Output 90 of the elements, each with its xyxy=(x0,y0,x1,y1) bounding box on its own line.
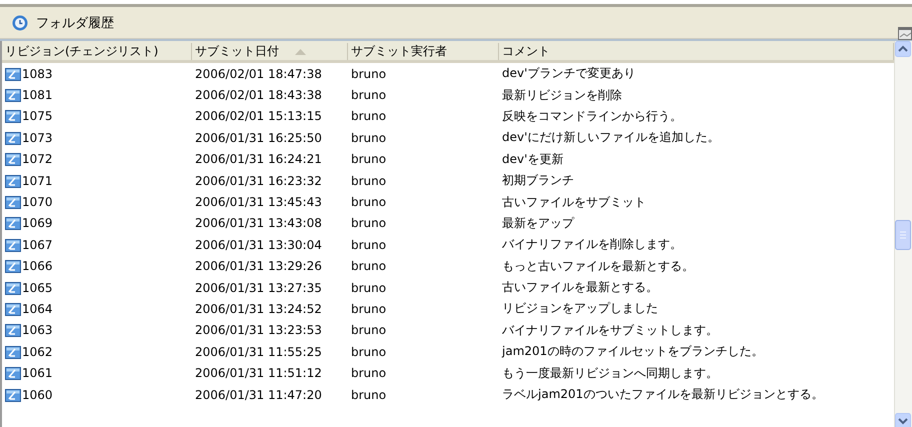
submitter: bruno xyxy=(351,195,386,210)
comment: 最新をアップ xyxy=(502,216,574,230)
revision-number: 1060 xyxy=(22,388,53,402)
changelist-icon xyxy=(5,238,21,252)
changelist-icon xyxy=(5,388,21,402)
revision-number: 1062 xyxy=(22,344,53,359)
changelist-icon xyxy=(5,152,21,166)
changelist-icon xyxy=(5,302,21,316)
comment: 古いファイルをサブミット xyxy=(502,194,646,209)
submit-date: 2006/01/31 13:27:35 xyxy=(195,280,322,295)
comment: もっと古いファイルを最新とする。 xyxy=(502,258,694,273)
submitter: bruno xyxy=(351,323,386,338)
submitter: bruno xyxy=(351,238,386,252)
submit-date: 2006/02/01 15:13:15 xyxy=(195,109,322,124)
window-icon[interactable] xyxy=(898,27,912,40)
submit-date: 2006/01/31 16:23:32 xyxy=(195,174,322,188)
submitter: bruno xyxy=(351,152,386,166)
changelist-icon xyxy=(5,66,21,81)
revision-number: 1067 xyxy=(22,238,53,252)
comment: リビジョンをアップしました xyxy=(502,301,658,316)
submit-date: 2006/02/01 18:47:38 xyxy=(195,66,322,81)
revision-number: 1069 xyxy=(22,216,53,230)
revision-number: 1072 xyxy=(22,152,53,166)
revision-number: 1066 xyxy=(22,259,53,274)
column-header[interactable]: リビジョン(チェンジリスト) xyxy=(2,43,192,60)
column-header[interactable]: サブミット実行者 xyxy=(348,43,499,60)
revision-number: 1083 xyxy=(22,66,53,81)
submit-date: 2006/01/31 13:43:08 xyxy=(195,216,322,230)
revision-number: 1070 xyxy=(22,195,53,210)
submitter: bruno xyxy=(351,366,386,380)
submitter: bruno xyxy=(351,280,386,295)
changelist-icon xyxy=(5,88,21,102)
panel-title: フォルダ履歴 xyxy=(36,14,114,32)
submit-date: 2006/01/31 13:30:04 xyxy=(195,238,322,252)
changelist-icon xyxy=(5,216,21,230)
submit-date: 2006/01/31 13:24:52 xyxy=(195,302,322,316)
scrollbar[interactable] xyxy=(894,41,912,427)
changelist-icon xyxy=(5,280,21,295)
submit-date: 2006/01/31 11:47:20 xyxy=(195,388,322,402)
submit-date: 2006/01/31 16:25:50 xyxy=(195,130,322,145)
changelist-icon xyxy=(5,195,21,210)
changelist-icon xyxy=(5,130,21,145)
comment: 古いファイルを最新とする。 xyxy=(502,280,658,294)
comment: dev'にだけ新しいファイルを追加した。 xyxy=(502,130,720,144)
changelist-icon xyxy=(5,259,21,274)
comment: バイナリファイルを削除します。 xyxy=(502,237,682,252)
submitter: bruno xyxy=(351,388,386,402)
submit-date: 2006/02/01 18:43:38 xyxy=(195,88,322,102)
submit-date: 2006/01/31 11:51:12 xyxy=(195,366,322,380)
changelist-icon xyxy=(5,366,21,380)
revision-number: 1065 xyxy=(22,280,53,295)
submit-date: 2006/01/31 16:24:21 xyxy=(195,152,322,166)
scroll-down-button[interactable] xyxy=(895,413,911,427)
clock-icon xyxy=(12,14,28,30)
changelist-icon xyxy=(5,323,21,338)
submitter: bruno xyxy=(351,344,386,359)
revision-number: 1061 xyxy=(22,366,53,380)
comment: jam201の時のファイルセットをブランチした。 xyxy=(502,344,764,358)
comment: もう一度最新リビジョンへ同期します。 xyxy=(502,366,718,380)
comment: 反映をコマンドラインから行う。 xyxy=(502,108,682,123)
submitter: bruno xyxy=(351,109,386,124)
revision-number: 1064 xyxy=(22,302,53,316)
comment: 初期ブランチ xyxy=(502,173,574,188)
submit-date: 2006/01/31 13:45:43 xyxy=(195,195,322,210)
comment: dev'ブランチで変更あり xyxy=(502,66,636,80)
submitter: bruno xyxy=(351,66,386,81)
changelist-icon xyxy=(5,109,21,124)
scroll-thumb[interactable] xyxy=(895,220,911,250)
comment: バイナリファイルをサブミットします。 xyxy=(502,322,718,337)
submitter: bruno xyxy=(351,302,386,316)
comment: 最新リビジョンを削除 xyxy=(502,88,622,102)
submitter: bruno xyxy=(351,130,386,145)
revision-number: 1063 xyxy=(22,323,53,338)
submitter: bruno xyxy=(351,216,386,230)
submit-date: 2006/01/31 13:29:26 xyxy=(195,259,322,274)
revision-number: 1081 xyxy=(22,88,53,102)
submit-date: 2006/01/31 11:55:25 xyxy=(195,344,322,359)
scroll-up-button[interactable] xyxy=(895,41,911,57)
revision-number: 1073 xyxy=(22,130,53,145)
changelist-icon xyxy=(5,174,21,188)
submitter: bruno xyxy=(351,88,386,102)
revision-number: 1071 xyxy=(22,174,53,188)
comment: ラベルjam201のついたファイルを最新リビジョンとする。 xyxy=(502,387,824,402)
submitter: bruno xyxy=(351,259,386,274)
comment: dev'を更新 xyxy=(502,152,564,166)
revision-number: 1075 xyxy=(22,109,53,124)
column-header[interactable]: サブミット日付 xyxy=(192,43,348,60)
submit-date: 2006/01/31 13:23:53 xyxy=(195,323,322,338)
submitter: bruno xyxy=(351,174,386,188)
changelist-icon xyxy=(5,344,21,359)
